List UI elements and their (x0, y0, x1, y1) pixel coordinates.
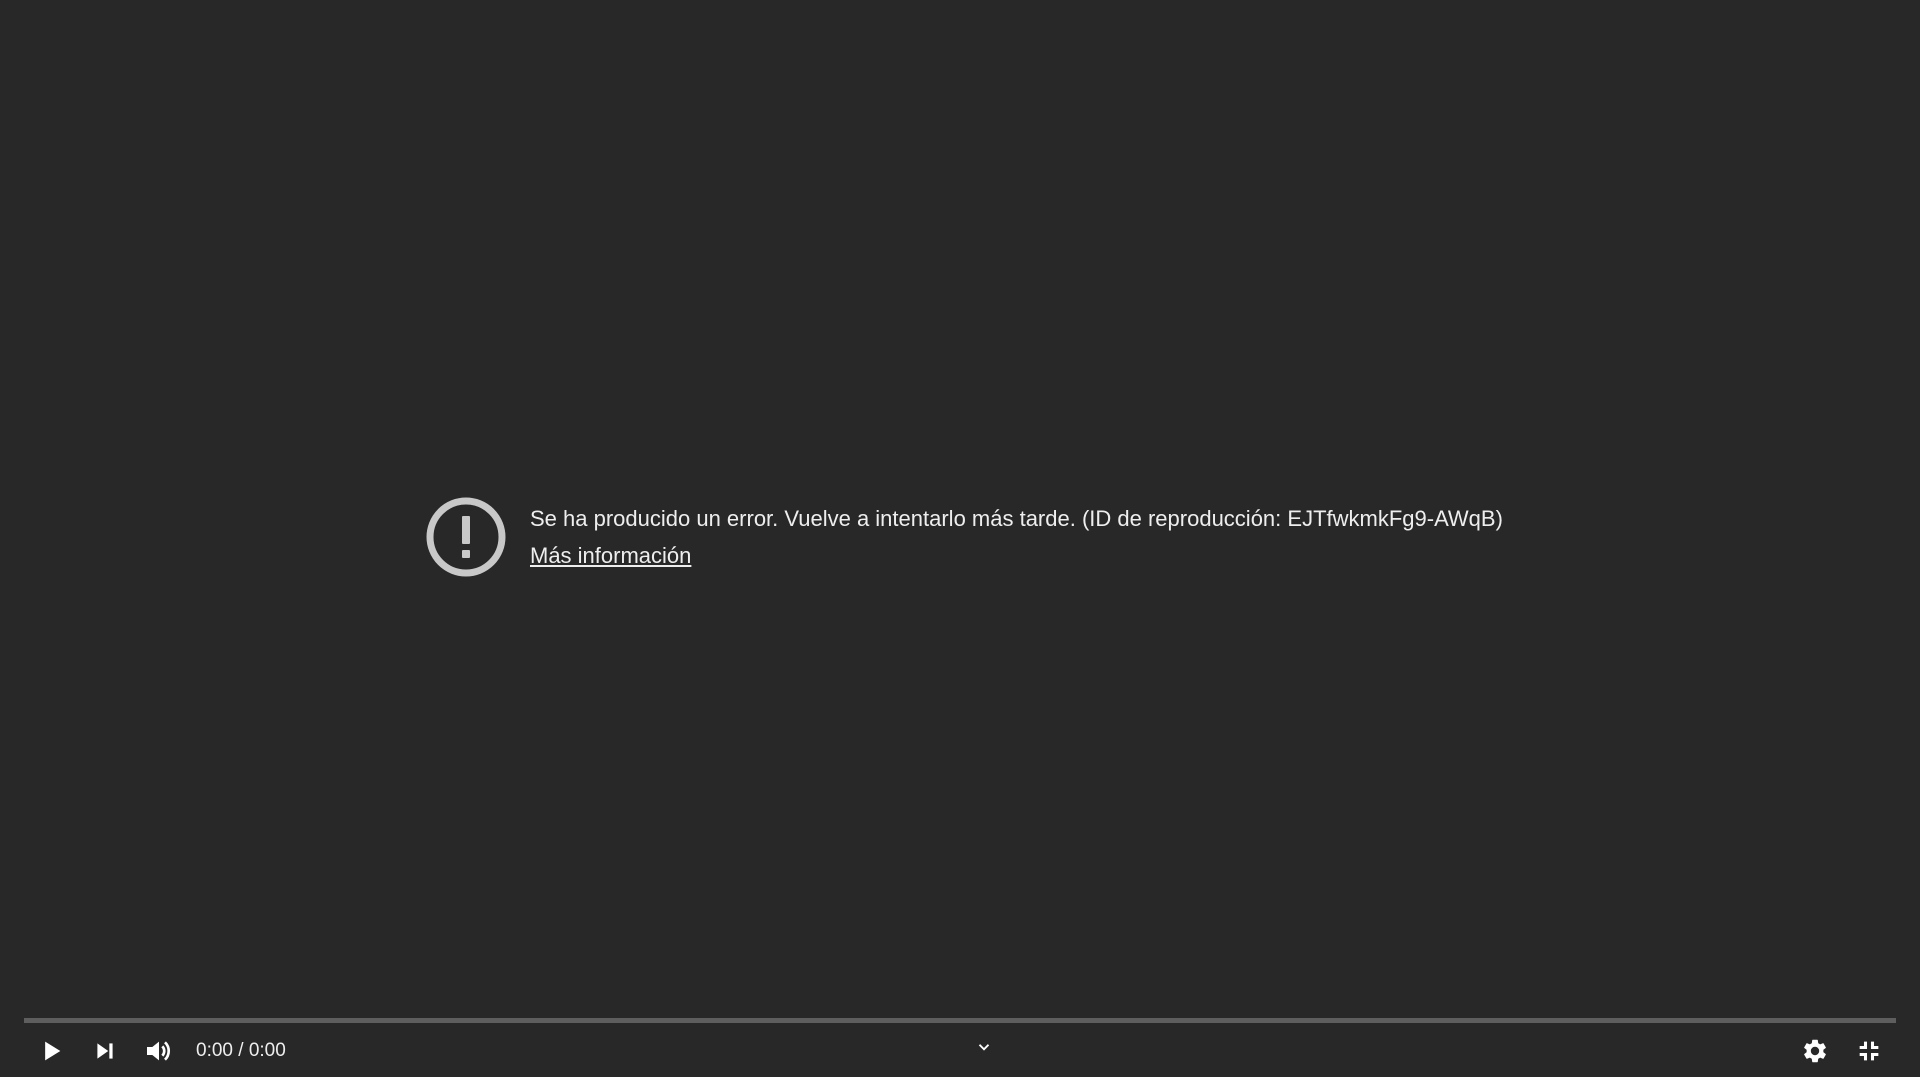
volume-button[interactable] (132, 1027, 186, 1075)
time-duration: 0:00 (248, 1040, 286, 1061)
error-text: Se ha producido un error. Vuelve a inten… (530, 500, 1503, 574)
expand-button[interactable] (960, 1027, 1008, 1067)
progress-bar[interactable] (24, 1018, 1896, 1023)
exit-fullscreen-icon (1859, 1041, 1879, 1061)
gear-icon (1804, 1039, 1826, 1063)
exit-fullscreen-button[interactable] (1842, 1027, 1896, 1075)
time-current: 0:00 (196, 1040, 233, 1061)
error-message: Se ha producido un error. Vuelve a inten… (530, 506, 1503, 531)
play-button[interactable] (24, 1027, 78, 1075)
play-icon (45, 1041, 61, 1061)
chevron-down-icon (978, 1044, 990, 1051)
error-overlay: Se ha producido un error. Vuelve a inten… (426, 497, 1503, 577)
next-icon (97, 1043, 113, 1059)
time-display: 0:00 / 0:00 (196, 1040, 286, 1062)
settings-button[interactable] (1788, 1027, 1842, 1075)
time-separator: / (238, 1040, 244, 1061)
more-info-link[interactable]: Más información (530, 537, 691, 574)
control-bar: 0:00 / 0:00 (24, 1027, 1896, 1075)
video-player[interactable]: Se ha producido un error. Vuelve a inten… (0, 0, 1920, 1077)
alert-circle-icon (426, 497, 506, 577)
next-button[interactable] (78, 1027, 132, 1075)
volume-icon (147, 1041, 170, 1061)
